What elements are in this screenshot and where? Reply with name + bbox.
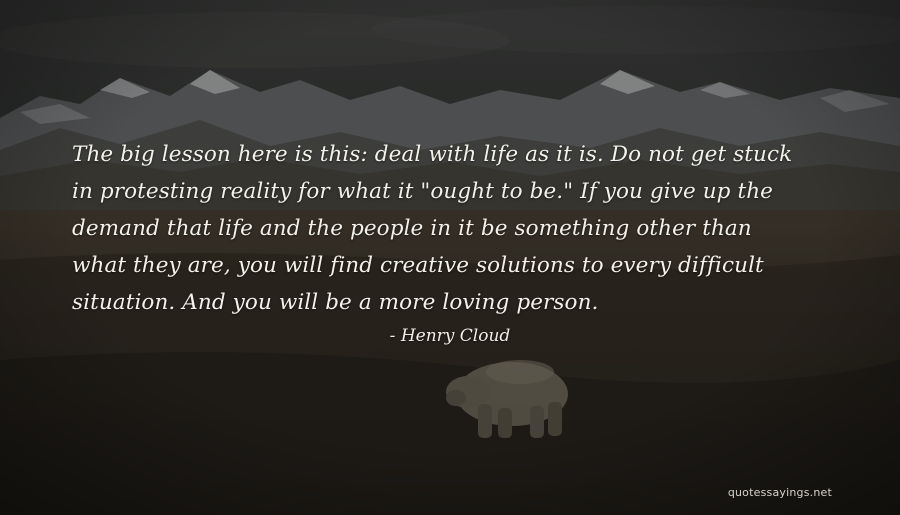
quote-image: The big lesson here is this: deal with l…	[0, 0, 900, 515]
quote-line: in protesting reality for what it "ought…	[72, 179, 773, 204]
quote-line: The big lesson here is this: deal with l…	[72, 142, 793, 167]
quote-line: demand that life and the people in it be…	[72, 216, 752, 241]
site-watermark: quotessayings.net	[727, 486, 832, 499]
quote-author: - Henry Cloud	[389, 326, 511, 346]
quote-block: The big lesson here is this: deal with l…	[72, 136, 852, 321]
quote-line: what they are, you will find creative so…	[72, 253, 764, 278]
quote-text: The big lesson here is this: deal with l…	[72, 136, 852, 321]
quote-line: situation. And you will be a more loving…	[72, 290, 599, 315]
